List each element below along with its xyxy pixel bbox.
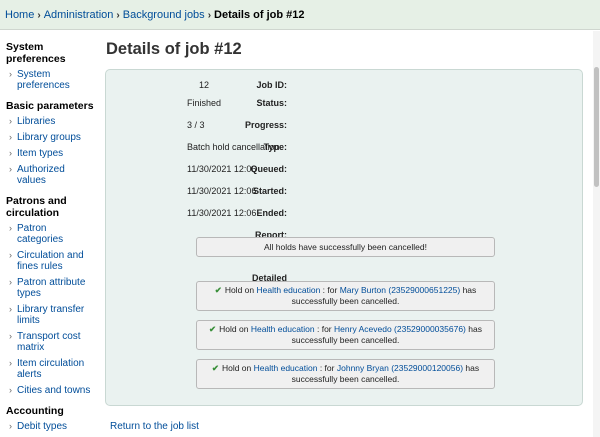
patron-link[interactable]: Henry Acevedo (23529000035676) bbox=[334, 324, 466, 334]
biblio-link[interactable]: Health education bbox=[254, 363, 318, 373]
progress-label: Progress: bbox=[244, 120, 287, 130]
sidebar-item-patron-attribute-types[interactable]: › Patron attribute types bbox=[0, 277, 95, 299]
detail-message: ✔ Hold on Health education : for Mary Bur… bbox=[196, 281, 495, 311]
sidebar-item-item-circulation-alerts[interactable]: › Item circulation alerts bbox=[0, 358, 95, 380]
chevron-right-icon: › bbox=[9, 385, 12, 395]
chevron-right-icon: › bbox=[9, 116, 12, 126]
sidebar-item-circulation-rules[interactable]: › Circulation and fines rules bbox=[0, 250, 95, 272]
breadcrumb-current: Details of job #12 bbox=[214, 9, 305, 21]
sidebar-item-cities-and-towns[interactable]: › Cities and towns bbox=[0, 385, 95, 396]
patron-link[interactable]: Mary Burton (23529000651225) bbox=[340, 285, 461, 295]
chevron-right-icon: › bbox=[9, 277, 12, 287]
job-id-value: 12 bbox=[199, 80, 210, 90]
report-message: All holds have successfully been cancell… bbox=[196, 237, 495, 257]
biblio-link[interactable]: Health education bbox=[251, 324, 315, 334]
sidebar-item-patron-categories[interactable]: › Patron categories bbox=[0, 223, 95, 245]
biblio-link[interactable]: Health education bbox=[257, 285, 321, 295]
patron-link[interactable]: Johnny Bryan (23529000120056) bbox=[337, 363, 463, 373]
breadcrumb-home[interactable]: Home bbox=[5, 9, 34, 21]
started-label: Started: bbox=[252, 186, 287, 196]
ended-value: 11/30/2021 12:06 bbox=[187, 208, 257, 218]
status-value: Finished bbox=[187, 98, 222, 108]
chevron-right-icon: › bbox=[9, 148, 12, 158]
scrollbar-thumb[interactable] bbox=[594, 67, 599, 187]
detail-message: ✔ Hold on Health education : for Johnny B… bbox=[196, 359, 495, 389]
ended-label: Ended: bbox=[256, 208, 288, 218]
check-icon: ✔ bbox=[214, 285, 222, 295]
chevron-right-icon: › bbox=[9, 223, 12, 233]
check-icon: ✔ bbox=[209, 324, 217, 334]
sidebar-item-library-groups[interactable]: › Library groups bbox=[0, 132, 95, 143]
queued-value: 11/30/2021 12:06 bbox=[187, 164, 257, 174]
progress-value: 3 / 3 bbox=[187, 120, 205, 130]
status-label: Status: bbox=[256, 98, 287, 108]
breadcrumb-administration[interactable]: Administration bbox=[44, 9, 114, 21]
chevron-right-icon: › bbox=[9, 304, 12, 314]
breadcrumb: Home › Administration › Background jobs › Deta… bbox=[0, 0, 600, 30]
chevron-right-icon: › bbox=[9, 250, 12, 260]
sidebar-item-system-preferences[interactable]: › System preferences bbox=[0, 69, 95, 91]
chevron-right-icon: › bbox=[9, 358, 12, 368]
return-to-job-list-link[interactable]: Return to the job list bbox=[110, 421, 199, 432]
chevron-right-icon: › bbox=[9, 132, 12, 142]
sidebar-item-item-types[interactable]: › Item types bbox=[0, 148, 95, 159]
chevron-right-icon: › bbox=[116, 10, 120, 21]
sidebar-heading-patrons-and-circulation: Patrons and circulation bbox=[6, 195, 67, 219]
chevron-right-icon: › bbox=[37, 10, 41, 21]
sidebar-item-debit-types[interactable]: › Debit types bbox=[0, 421, 95, 432]
sidebar-item-transport-cost-matrix[interactable]: › Transport cost matrix bbox=[0, 331, 95, 353]
type-value: Batch hold cancellation bbox=[187, 142, 280, 152]
chevron-right-icon: › bbox=[9, 331, 12, 341]
detail-message: ✔ Hold on Health education : for Henry Ac… bbox=[196, 320, 495, 350]
admin-sidebar: System preferences › System preferences B… bbox=[0, 31, 95, 437]
job-id-label: Job ID: bbox=[256, 80, 288, 90]
check-icon: ✔ bbox=[211, 363, 219, 373]
started-value: 11/30/2021 12:06 bbox=[187, 186, 257, 196]
sidebar-heading-accounting: Accounting bbox=[6, 405, 64, 417]
sidebar-item-authorized-values[interactable]: › Authorized values bbox=[0, 164, 95, 186]
sidebar-heading-system-preferences: System preferences bbox=[6, 41, 66, 65]
chevron-right-icon: › bbox=[207, 10, 212, 21]
breadcrumb-background-jobs[interactable]: Background jobs bbox=[123, 9, 205, 21]
page-title: Details of job #12 bbox=[106, 40, 242, 58]
sidebar-heading-basic-parameters: Basic parameters bbox=[6, 100, 94, 112]
sidebar-item-library-transfer-limits[interactable]: › Library transfer limits bbox=[0, 304, 95, 326]
scrollbar[interactable] bbox=[593, 31, 600, 437]
sidebar-item-libraries[interactable]: › Libraries bbox=[0, 116, 95, 127]
job-details-panel: Job ID: 12 Status: Finished Progress: 3 … bbox=[105, 69, 583, 406]
chevron-right-icon: › bbox=[9, 421, 12, 431]
chevron-right-icon: › bbox=[9, 69, 12, 79]
chevron-right-icon: › bbox=[9, 164, 12, 174]
